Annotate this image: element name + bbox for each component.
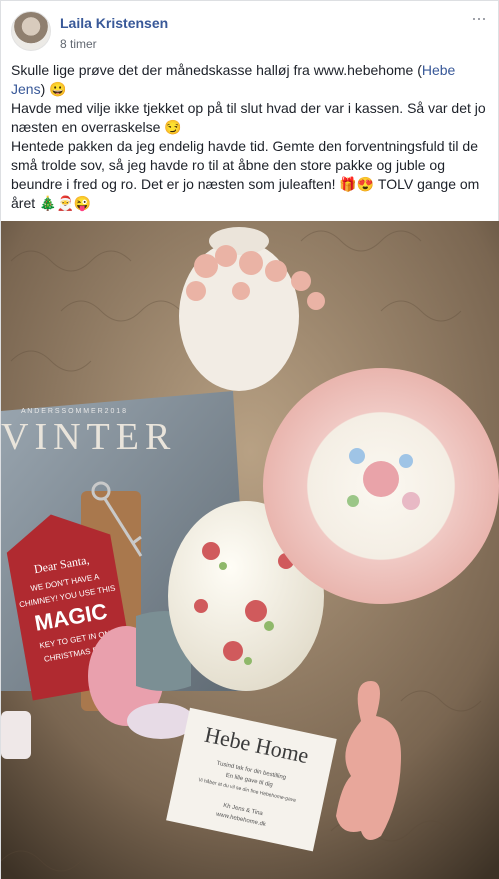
line1-text: Skulle lige prøve det der månedskasse ha…: [11, 62, 422, 78]
avatar[interactable]: [11, 11, 51, 51]
author-name[interactable]: Laila Kristensen: [60, 15, 168, 31]
book-title: VINTER: [1, 416, 176, 458]
post-line-3: Hentede pakken da jeg endelig havde tid.…: [11, 138, 480, 211]
photo-illustration: A N D E R S S O M M E R 2 0 1 8 VINTER D…: [1, 221, 499, 879]
floral-plate: [263, 368, 499, 604]
more-horizontal-icon[interactable]: ···: [471, 9, 487, 27]
white-cup: [1, 711, 31, 759]
line1-end: ) 😀: [40, 81, 67, 97]
post-timestamp[interactable]: 8 timer: [60, 37, 97, 51]
post-text: Skulle lige prøve det der månedskasse ha…: [11, 61, 491, 213]
book-top-line: A N D E R S S O M M E R 2 0 1 8: [21, 408, 126, 415]
facebook-post: Laila Kristensen 8 timer ··· Skulle lige…: [0, 0, 499, 879]
post-photo[interactable]: A N D E R S S O M M E R 2 0 1 8 VINTER D…: [1, 221, 499, 879]
post-line-1: Skulle lige prøve det der månedskasse ha…: [11, 61, 491, 99]
post-header: Laila Kristensen 8 timer ···: [1, 1, 498, 57]
post-line-2: Havde med vilje ikke tjekket op på til s…: [11, 100, 486, 135]
